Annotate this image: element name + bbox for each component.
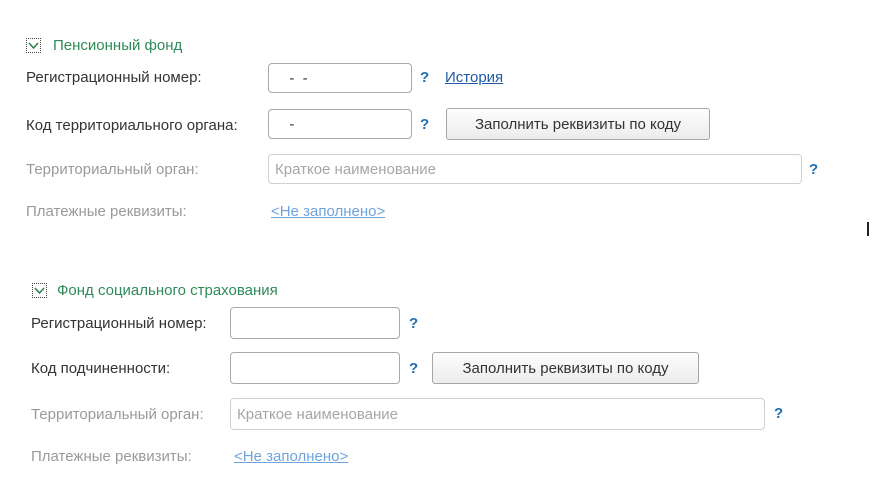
social-payment-details-link[interactable]: <Не заполнено> xyxy=(234,448,348,465)
chevron-down-icon xyxy=(34,287,45,295)
pension-payment-details-link[interactable]: <Не заполнено> xyxy=(271,203,385,220)
pension-payment-details-label: Платежные реквизиты: xyxy=(26,203,187,220)
social-reg-number-input[interactable] xyxy=(230,307,400,339)
pension-territorial-body-input[interactable] xyxy=(268,154,802,184)
pension-fill-details-button[interactable]: Заполнить реквизиты по коду xyxy=(446,108,710,140)
social-section-title: Фонд социального страхования xyxy=(57,282,278,299)
pension-territorial-body-label: Территориальный орган: xyxy=(26,161,199,178)
social-reg-number-help-icon[interactable]: ? xyxy=(409,315,418,332)
social-section-toggle[interactable] xyxy=(32,283,47,298)
pension-territorial-code-help-icon[interactable]: ? xyxy=(420,116,429,133)
social-fill-details-button[interactable]: Заполнить реквизиты по коду xyxy=(432,352,699,384)
pension-section-toggle[interactable] xyxy=(26,38,41,53)
social-territorial-body-help-icon[interactable]: ? xyxy=(774,405,783,422)
social-payment-details-label: Платежные реквизиты: xyxy=(31,448,192,465)
pension-territorial-code-input[interactable] xyxy=(268,109,412,139)
social-reg-number-label: Регистрационный номер: xyxy=(31,315,207,332)
pension-reg-number-help-icon[interactable]: ? xyxy=(420,69,429,86)
chevron-down-icon xyxy=(28,42,39,50)
social-subordination-code-help-icon[interactable]: ? xyxy=(409,360,418,377)
pension-reg-number-label: Регистрационный номер: xyxy=(26,69,202,86)
social-subordination-code-label: Код подчиненности: xyxy=(31,360,171,377)
social-subordination-code-input[interactable] xyxy=(230,352,400,384)
pension-territorial-code-label: Код территориального органа: xyxy=(26,117,238,134)
social-territorial-body-input[interactable] xyxy=(230,398,765,430)
pension-history-link[interactable]: История xyxy=(445,69,503,86)
pension-reg-number-input[interactable] xyxy=(268,63,412,93)
text-cursor xyxy=(867,222,869,236)
pension-section-title: Пенсионный фонд xyxy=(53,37,183,54)
social-territorial-body-label: Территориальный орган: xyxy=(31,406,204,423)
pension-territorial-body-help-icon[interactable]: ? xyxy=(809,161,818,178)
